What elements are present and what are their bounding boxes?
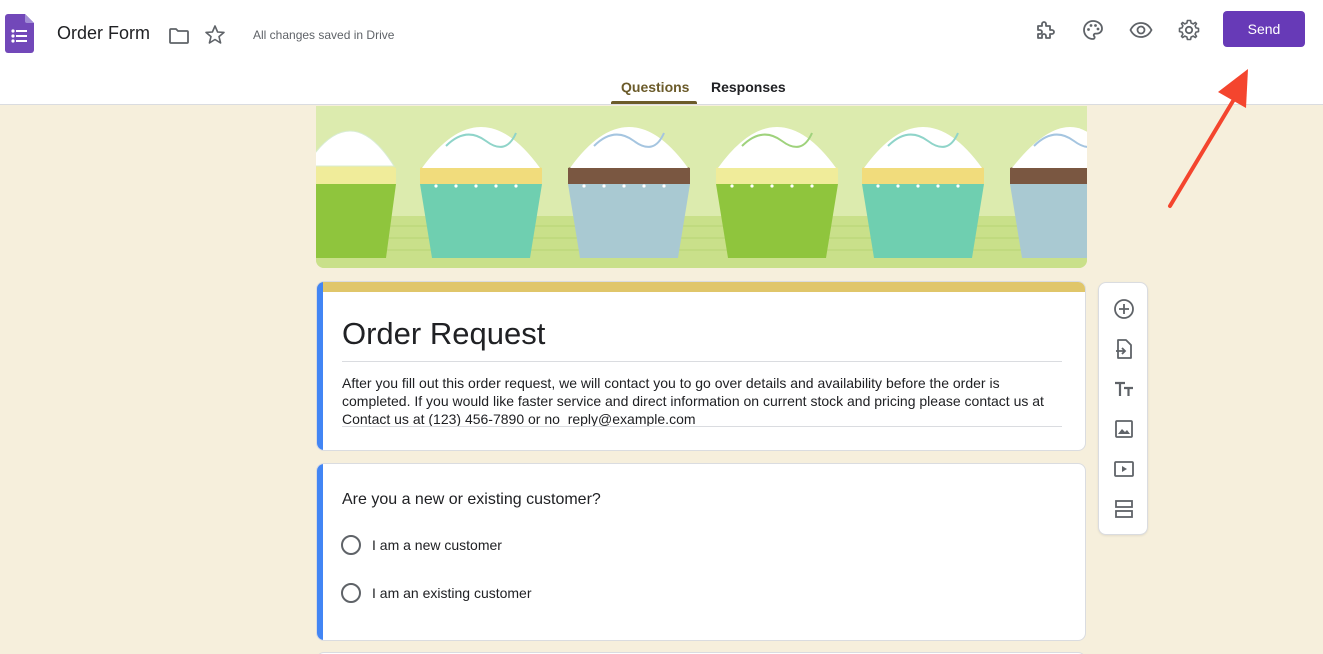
send-button[interactable]: Send — [1223, 11, 1305, 47]
form-title-card[interactable]: Order Request After you fill out this or… — [316, 281, 1086, 451]
header-image-cupcakes — [316, 106, 1087, 268]
active-tab-indicator — [611, 101, 697, 104]
question-text[interactable]: Are you a new or existing customer? — [342, 491, 601, 509]
add-title-icon[interactable] — [1111, 376, 1137, 402]
star-icon[interactable] — [203, 23, 227, 47]
document-title[interactable]: Order Form — [57, 23, 150, 44]
folder-icon[interactable] — [167, 24, 191, 48]
import-questions-icon[interactable] — [1111, 336, 1137, 362]
form-title[interactable]: Order Request — [342, 316, 545, 352]
palette-icon[interactable] — [1080, 17, 1106, 43]
title-underline — [342, 361, 1062, 362]
radio-button[interactable] — [341, 535, 361, 555]
add-question-icon[interactable] — [1111, 296, 1137, 322]
add-video-icon[interactable] — [1111, 456, 1137, 482]
theme-color-strip — [317, 282, 1085, 292]
tab-questions[interactable]: Questions — [621, 79, 689, 95]
save-status: All changes saved in Drive — [253, 28, 395, 42]
preview-eye-icon[interactable] — [1128, 17, 1154, 43]
radio-option[interactable]: I am a new customer — [341, 535, 502, 555]
settings-gear-icon[interactable] — [1176, 17, 1202, 43]
add-image-icon[interactable] — [1111, 416, 1137, 442]
forms-logo-icon[interactable] — [5, 14, 34, 53]
question-card-indicator — [317, 464, 323, 640]
radio-option-label: I am a new customer — [372, 537, 502, 553]
annotation-arrow-icon — [1168, 69, 1248, 208]
radio-button[interactable] — [341, 583, 361, 603]
app-header: Order Form All changes saved in Drive Se… — [0, 0, 1323, 105]
tab-responses[interactable]: Responses — [711, 79, 786, 95]
addons-puzzle-icon[interactable] — [1032, 17, 1058, 43]
active-card-indicator — [317, 282, 323, 450]
radio-option-label: I am an existing customer — [372, 585, 532, 601]
add-section-icon[interactable] — [1111, 496, 1137, 522]
form-description[interactable]: After you fill out this order request, w… — [342, 374, 1067, 428]
question-card[interactable]: Are you a new or existing customer? I am… — [316, 463, 1086, 641]
floating-toolbar — [1098, 282, 1148, 535]
description-underline — [342, 426, 1062, 427]
radio-option[interactable]: I am an existing customer — [341, 583, 532, 603]
